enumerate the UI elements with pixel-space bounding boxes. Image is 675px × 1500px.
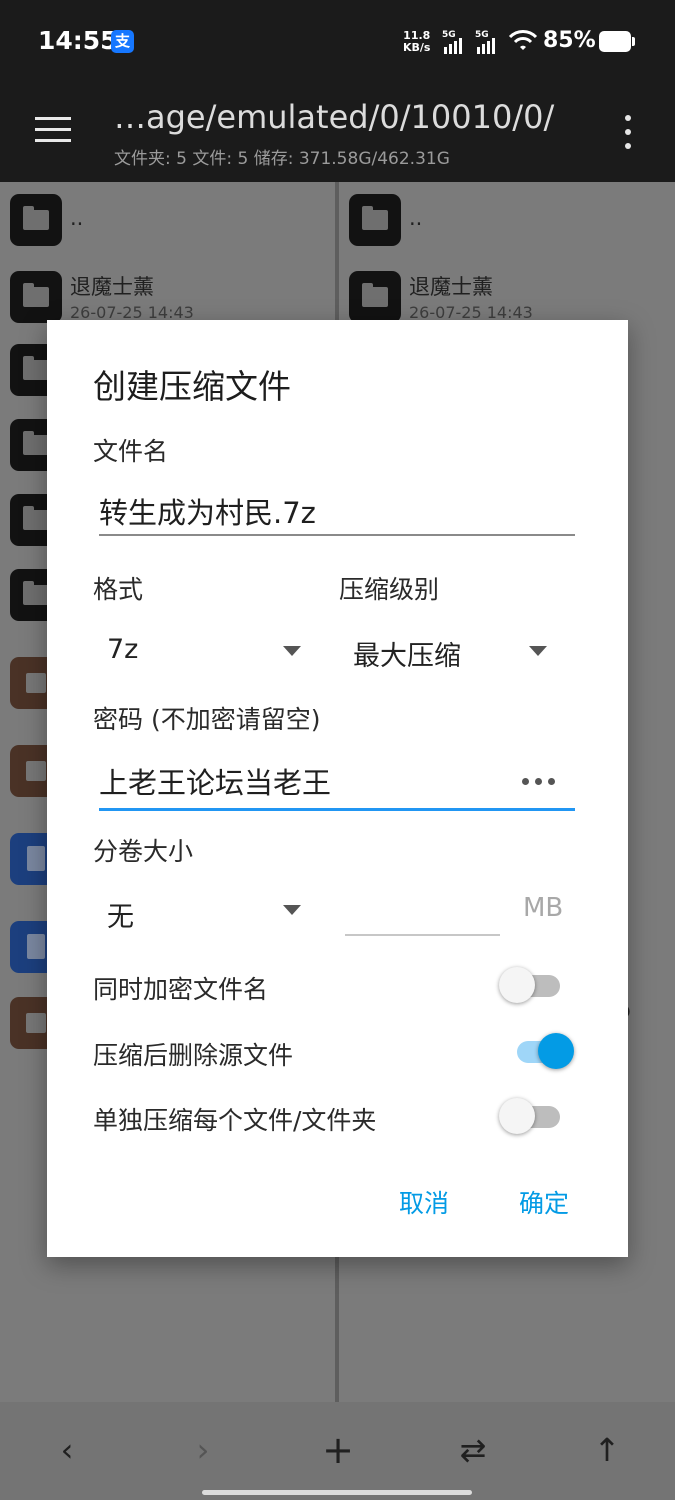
back-icon[interactable]: ‹: [42, 1430, 92, 1470]
folder-icon: [10, 194, 62, 246]
cancel-button[interactable]: 取消: [399, 1184, 449, 1220]
compression-level-select[interactable]: 最大压缩: [353, 634, 461, 673]
current-path[interactable]: …age/emulated/0/10010/0/: [114, 98, 554, 136]
volume-unit-label: MB: [523, 893, 564, 923]
format-label: 格式: [93, 575, 144, 604]
forward-icon[interactable]: ›: [178, 1430, 228, 1470]
up-arrow-icon[interactable]: ↑: [582, 1430, 632, 1470]
list-item-name: ..: [409, 206, 423, 230]
folder-icon: [10, 271, 62, 323]
folder-icon: [349, 271, 401, 323]
bottom-action-bar: ‹ › + ⇄ ↑: [0, 1402, 675, 1500]
battery-icon: [599, 31, 635, 52]
list-item-name: 退魔士薰: [70, 275, 154, 299]
format-select[interactable]: 7z: [107, 634, 138, 665]
more-options-icon[interactable]: [624, 114, 632, 150]
battery-percent: 85%: [543, 28, 596, 53]
compression-level-label: 压缩级别: [339, 575, 440, 604]
volume-size-label: 分卷大小: [93, 837, 194, 866]
network-speed-unit: KB/s: [403, 41, 431, 54]
home-indicator[interactable]: [202, 1490, 472, 1495]
alipay-icon: 支: [111, 30, 134, 53]
password-underline: [99, 808, 575, 811]
app-toolbar: …age/emulated/0/10010/0/ 文件夹: 5 文件: 5 储存…: [0, 84, 675, 182]
signal-icon: 5G: [442, 30, 468, 54]
swap-icon[interactable]: ⇄: [448, 1430, 498, 1470]
clock: 14:55: [38, 26, 118, 55]
filename-input[interactable]: 转生成为村民.7z: [99, 490, 316, 532]
password-input[interactable]: 上老王论坛当老王: [99, 760, 331, 802]
status-bar: 14:55 支 11.8 KB/s 5G 5G 85%: [0, 0, 675, 84]
chevron-down-icon[interactable]: [529, 646, 547, 656]
encrypt-filenames-toggle[interactable]: [499, 964, 561, 1004]
storage-summary: 文件夹: 5 文件: 5 储存: 371.58G/462.31G: [114, 149, 450, 169]
chevron-down-icon[interactable]: [283, 646, 301, 656]
separate-archives-label: 单独压缩每个文件/文件夹: [93, 1106, 377, 1135]
add-icon[interactable]: +: [313, 1430, 363, 1470]
filename-underline: [99, 534, 575, 536]
chevron-down-icon[interactable]: [283, 905, 301, 915]
volume-size-select[interactable]: 无: [107, 895, 134, 934]
dialog-title: 创建压缩文件: [93, 367, 291, 406]
volume-size-input[interactable]: [345, 934, 500, 936]
separate-archives-toggle[interactable]: [499, 1095, 561, 1135]
filename-label: 文件名: [93, 437, 169, 466]
menu-icon[interactable]: [35, 116, 71, 144]
create-archive-dialog: 创建压缩文件 文件名 转生成为村民.7z 格式 压缩级别 7z 最大压缩 密码 …: [47, 320, 628, 1257]
toggle-password-visibility-icon[interactable]: [522, 778, 556, 786]
delete-source-label: 压缩后删除源文件: [93, 1041, 294, 1070]
network-speed: 11.8 KB/s: [403, 30, 430, 54]
list-item-name: 退魔士薰: [409, 275, 493, 299]
delete-source-toggle[interactable]: [512, 1030, 574, 1070]
list-item-name: ..: [70, 206, 84, 230]
ok-button[interactable]: 确定: [519, 1184, 569, 1220]
encrypt-filenames-label: 同时加密文件名: [93, 975, 269, 1004]
signal-icon: 5G: [475, 30, 501, 54]
password-label: 密码 (不加密请留空): [93, 705, 321, 734]
folder-icon: [349, 194, 401, 246]
wifi-icon: [508, 30, 538, 50]
